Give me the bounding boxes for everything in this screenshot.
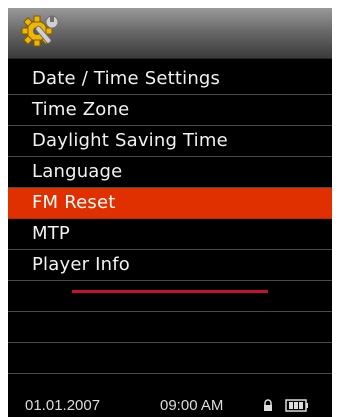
status-time: 09:00 AM xyxy=(160,397,224,414)
menu-item-daylight-saving-time[interactable]: Daylight Saving Time xyxy=(8,126,332,157)
lock-icon xyxy=(264,399,272,411)
menu-item-label: Time Zone xyxy=(32,99,130,120)
scroll-indicator xyxy=(72,290,268,293)
empty-row xyxy=(8,343,332,374)
menu-item-mtp[interactable]: MTP xyxy=(8,219,332,250)
settings-gear-wrench-icon xyxy=(21,15,59,47)
empty-row xyxy=(8,312,332,343)
empty-row xyxy=(8,281,332,312)
menu-item-language[interactable]: Language xyxy=(8,157,332,188)
settings-header xyxy=(8,8,332,59)
menu-item-label: Daylight Saving Time xyxy=(32,130,228,151)
menu-item-label: Date / Time Settings xyxy=(32,68,221,89)
settings-menu-list: Date / Time Settings Time Zone Daylight … xyxy=(8,64,332,405)
menu-item-label: Language xyxy=(32,161,123,182)
status-bar: 01.01.2007 09:00 AM xyxy=(8,395,332,417)
menu-item-label: FM Reset xyxy=(32,192,116,213)
menu-item-player-info[interactable]: Player Info xyxy=(8,250,332,281)
player-screen: Date / Time Settings Time Zone Daylight … xyxy=(8,8,332,417)
menu-item-fm-reset[interactable]: FM Reset xyxy=(8,188,332,219)
menu-item-date-time-settings[interactable]: Date / Time Settings xyxy=(8,64,332,95)
status-date: 01.01.2007 xyxy=(25,397,101,414)
menu-item-label: Player Info xyxy=(32,254,131,275)
menu-item-label: MTP xyxy=(32,223,70,244)
battery-icon xyxy=(285,399,308,412)
menu-item-time-zone[interactable]: Time Zone xyxy=(8,95,332,126)
